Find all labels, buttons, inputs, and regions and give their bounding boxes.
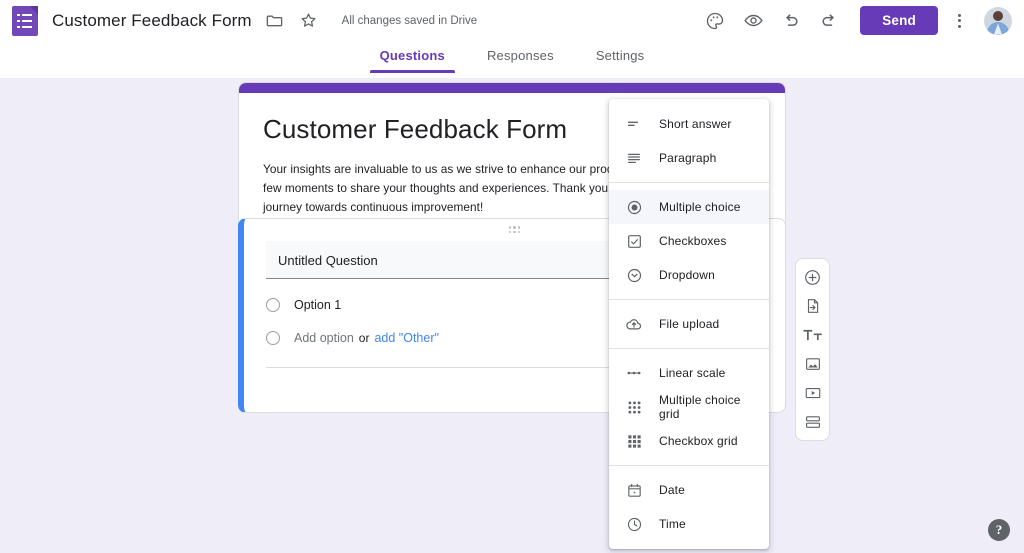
menu-item-label: Date <box>659 483 685 497</box>
google-forms-logo-icon[interactable] <box>12 6 38 36</box>
form-theme-stripe <box>239 83 785 93</box>
menu-item-date[interactable]: Date <box>609 473 769 507</box>
short-answer-icon <box>625 115 643 133</box>
multiple-choice-grid-icon <box>625 398 643 416</box>
or-label: or <box>359 331 370 345</box>
file-upload-icon <box>625 315 643 333</box>
tab-responses[interactable]: Responses <box>477 41 564 73</box>
question-type-menu[interactable]: Short answer Paragraph Multiple choice <box>609 99 769 549</box>
menu-item-label: Short answer <box>659 117 732 131</box>
radio-button-icon <box>266 331 280 345</box>
menu-item-dropdown[interactable]: Dropdown <box>609 258 769 292</box>
form-tabs: Questions Responses Settings <box>0 41 1024 78</box>
radio-button-icon <box>625 198 643 216</box>
menu-separator <box>609 182 769 183</box>
menu-item-label: Multiple choice grid <box>659 393 753 421</box>
checkbox-grid-icon <box>625 432 643 450</box>
menu-item-label: Time <box>659 517 686 531</box>
menu-item-short-answer[interactable]: Short answer <box>609 107 769 141</box>
menu-item-file-upload[interactable]: File upload <box>609 307 769 341</box>
folder-icon[interactable] <box>264 10 286 32</box>
save-status: All changes saved in Drive <box>342 15 478 27</box>
import-questions-icon[interactable] <box>800 295 825 317</box>
menu-item-label: Checkboxes <box>659 234 727 248</box>
header-actions: Send <box>694 4 1024 38</box>
menu-item-label: Multiple choice <box>659 200 741 214</box>
document-title[interactable]: Customer Feedback Form <box>52 11 252 31</box>
star-icon[interactable] <box>298 10 320 32</box>
palette-icon[interactable] <box>698 4 732 38</box>
checkbox-icon <box>625 232 643 250</box>
add-image-icon[interactable] <box>800 353 825 375</box>
menu-separator <box>609 299 769 300</box>
dropdown-icon <box>625 266 643 284</box>
menu-item-time[interactable]: Time <box>609 507 769 541</box>
avatar[interactable] <box>984 7 1012 35</box>
clock-icon <box>625 515 643 533</box>
more-vertical-icon[interactable] <box>944 6 974 36</box>
add-question-icon[interactable] <box>800 266 825 288</box>
menu-separator <box>609 348 769 349</box>
menu-item-label: Dropdown <box>659 268 715 282</box>
radio-button-icon[interactable] <box>266 298 280 312</box>
menu-item-linear-scale[interactable]: Linear scale <box>609 356 769 390</box>
redo-icon[interactable] <box>812 4 846 38</box>
eye-preview-icon[interactable] <box>736 4 770 38</box>
add-section-icon[interactable] <box>800 411 825 433</box>
calendar-icon <box>625 481 643 499</box>
add-option-button[interactable]: Add option <box>294 331 354 345</box>
send-button[interactable]: Send <box>860 6 938 35</box>
tab-questions[interactable]: Questions <box>370 41 455 73</box>
form-canvas: Customer Feedback Form Your insights are… <box>0 78 1024 553</box>
menu-item-multiple-choice[interactable]: Multiple choice <box>609 190 769 224</box>
add-video-icon[interactable] <box>800 382 825 404</box>
menu-item-label: Paragraph <box>659 151 716 165</box>
option-label[interactable]: Option 1 <box>294 298 341 312</box>
menu-item-paragraph[interactable]: Paragraph <box>609 141 769 175</box>
menu-item-label: File upload <box>659 317 719 331</box>
add-other-button[interactable]: add "Other" <box>374 331 438 345</box>
menu-item-checkboxes[interactable]: Checkboxes <box>609 224 769 258</box>
add-item-toolbar <box>795 258 830 441</box>
help-button[interactable]: ? <box>988 519 1010 541</box>
tab-settings[interactable]: Settings <box>586 41 655 73</box>
menu-item-label: Linear scale <box>659 366 726 380</box>
undo-icon[interactable] <box>774 4 808 38</box>
menu-item-checkbox-grid[interactable]: Checkbox grid <box>609 424 769 458</box>
menu-item-label: Checkbox grid <box>659 434 738 448</box>
top-app-bar: Customer Feedback Form All changes saved… <box>0 0 1024 41</box>
menu-separator <box>609 465 769 466</box>
add-title-description-icon[interactable] <box>800 324 825 346</box>
menu-item-multiple-choice-grid[interactable]: Multiple choice grid <box>609 390 769 424</box>
linear-scale-icon <box>625 364 643 382</box>
paragraph-icon <box>625 149 643 167</box>
